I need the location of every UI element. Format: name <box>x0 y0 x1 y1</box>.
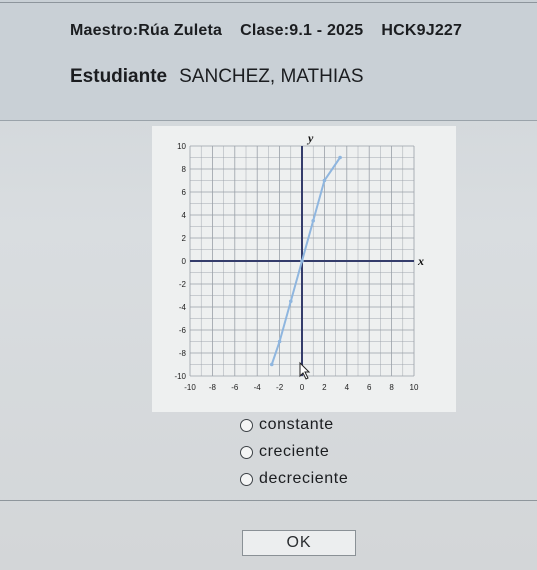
y-tick-label: -8 <box>179 349 187 358</box>
y-tick-label: -10 <box>174 372 186 381</box>
series-point <box>322 178 327 183</box>
x-tick-label: -4 <box>254 383 262 392</box>
footer-divider <box>0 500 537 501</box>
y-tick-label: 0 <box>182 257 187 266</box>
radio-button[interactable] <box>240 445 253 459</box>
x-tick-label: -6 <box>231 383 239 392</box>
option-label: decreciente <box>259 470 349 487</box>
series-point <box>338 155 342 160</box>
x-tick-label: -2 <box>276 383 284 392</box>
y-tick-label: 2 <box>182 234 187 243</box>
option-creciente[interactable]: creciente <box>240 443 348 461</box>
x-tick-label: -8 <box>209 383 217 392</box>
x-tick-label: 0 <box>300 383 305 392</box>
y-tick-label: -4 <box>179 303 187 312</box>
y-tick-label: -6 <box>179 326 187 335</box>
class-info-row: Maestro:Rúa Zuleta Clase:9.1 - 2025 HCK9… <box>70 22 530 40</box>
teacher-label: Maestro:Rúa Zuleta <box>70 22 223 39</box>
option-constante[interactable]: constante <box>240 416 348 434</box>
y-tick-label: -2 <box>179 280 187 289</box>
option-decreciente[interactable]: decreciente <box>240 470 348 488</box>
series-point <box>269 362 274 367</box>
y-axis-label: y <box>306 131 314 145</box>
y-tick-label: 6 <box>182 188 187 197</box>
series-point <box>311 218 315 223</box>
radio-button[interactable] <box>240 472 253 486</box>
header-band: Maestro:Rúa Zuleta Clase:9.1 - 2025 HCK9… <box>0 0 537 121</box>
class-label: Clase:9.1 - 2025 <box>240 22 364 39</box>
x-tick-label: 6 <box>367 383 372 392</box>
x-tick-label: -10 <box>184 383 196 392</box>
x-axis-label: x <box>417 254 424 268</box>
y-tick-label: 8 <box>182 165 187 174</box>
student-label: Estudiante <box>70 66 168 87</box>
coordinate-plane: -10 -8 -6 -4 -2 0 2 4 6 8 10 -10 -8 -6 -4 -2 0 2 4 6 8 10 x y <box>174 131 424 392</box>
y-tick-label: 10 <box>177 142 186 151</box>
answer-options: constante creciente decreciente <box>240 416 348 488</box>
mouse-cursor-icon <box>299 361 311 380</box>
x-tick-label: 4 <box>345 383 350 392</box>
x-tick-label: 10 <box>410 383 419 392</box>
y-tick-label: 4 <box>182 211 187 220</box>
option-label: constante <box>259 416 334 433</box>
x-tick-label: 2 <box>322 383 327 392</box>
series-point <box>300 259 304 263</box>
graph-panel: -10 -8 -6 -4 -2 0 2 4 6 8 10 -10 -8 -6 -4 -2 0 2 4 6 8 10 x y <box>152 126 456 412</box>
series-point <box>289 299 293 304</box>
student-name: SANCHEZ, MATHIAS <box>179 66 364 87</box>
header-top-line <box>0 2 537 3</box>
ok-button[interactable]: OK <box>242 530 356 556</box>
x-tick-label: 8 <box>389 383 394 392</box>
student-row: Estudiante SANCHEZ, MATHIAS <box>70 66 364 88</box>
class-code: HCK9J227 <box>381 22 463 39</box>
series-point <box>277 339 282 344</box>
option-label: creciente <box>259 443 330 460</box>
radio-button[interactable] <box>240 418 253 432</box>
